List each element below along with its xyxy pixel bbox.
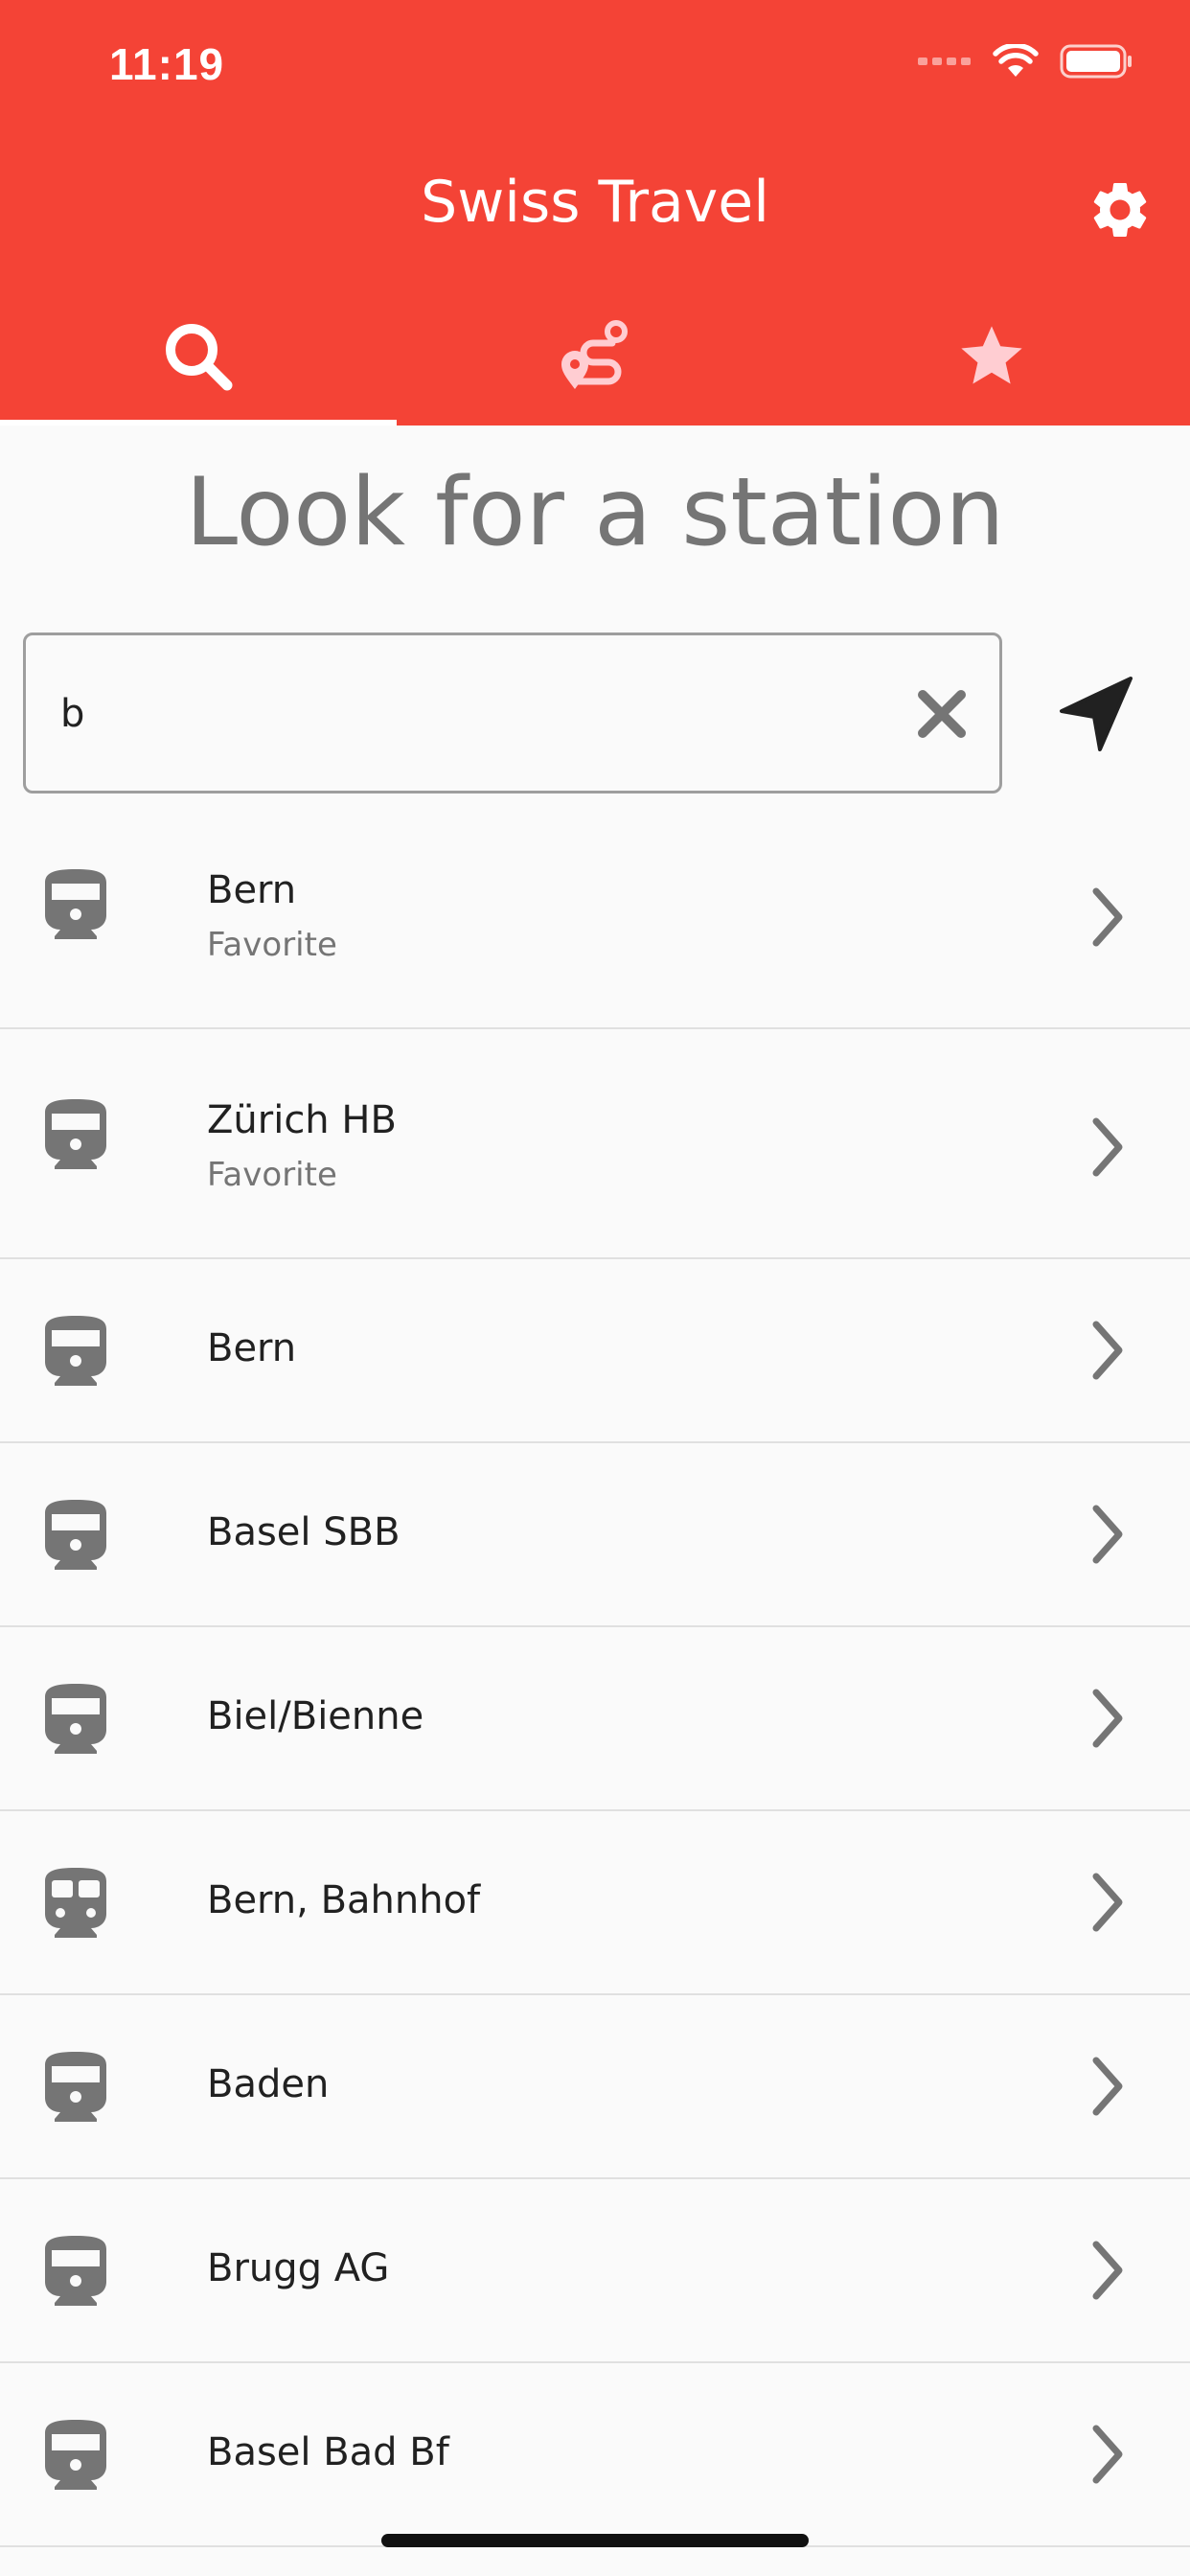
chevron-right-icon [1092,1321,1123,1380]
train-icon [45,869,106,939]
star-icon [961,326,1022,384]
chevron-right-icon [1092,1505,1123,1564]
chevron-right-icon [1092,2241,1123,2300]
list-item[interactable]: Bern [0,1259,1190,1443]
station-name: Basel SBB [207,1510,400,1554]
search-input[interactable] [58,670,905,758]
wifi-icon [993,44,1039,77]
train-icon [45,1316,106,1386]
navigation-arrow-icon [1060,677,1133,751]
list-item[interactable]: Zürich HB Favorite [0,1029,1190,1259]
settings-button[interactable] [1087,176,1154,243]
chevron-right-icon [1092,2057,1123,2116]
app-bar: 11:19 Swiss Travel [0,0,1190,426]
list-item[interactable]: Basel SBB [0,1443,1190,1627]
tab-route[interactable] [397,288,793,426]
clear-search-button[interactable] [911,683,973,745]
locate-me-button[interactable] [1054,671,1140,757]
signal-icon [918,58,971,65]
station-name: Baden [207,2062,330,2106]
station-name: Bern [207,1326,297,1370]
chevron-right-icon [1092,1689,1123,1748]
list-item[interactable]: Basel Bad Bf [0,2363,1190,2547]
battery-icon [1060,44,1132,79]
home-indicator[interactable] [381,2534,809,2547]
chevron-right-icon [1092,887,1123,947]
train-icon [45,1099,106,1169]
gear-icon [1093,182,1147,237]
tab-search[interactable] [0,288,397,426]
train-icon [45,2052,106,2122]
train-icon [45,1684,106,1754]
search-field [23,632,1002,794]
station-list: Bern Favorite Zürich HB Favorite Bern Ba… [0,799,1190,2547]
page-title: Swiss Travel [421,169,769,236]
list-item[interactable]: Bern, Bahnhof [0,1811,1190,1995]
status-time: 11:19 [109,39,225,89]
close-icon [918,690,966,738]
station-subtitle: Favorite [207,1156,337,1194]
station-name: Zürich HB [207,1098,397,1142]
tram-icon [45,1868,106,1938]
status-icons [918,44,1133,79]
tab-favorites[interactable] [793,288,1190,426]
station-name: Brugg AG [207,2246,390,2290]
station-name: Basel Bad Bf [207,2430,449,2474]
station-name: Bern [207,868,297,912]
station-name: Bern, Bahnhof [207,1878,481,1922]
chevron-right-icon [1092,2425,1123,2484]
section-heading: Look for a station [185,458,1005,567]
list-item[interactable]: Baden [0,1995,1190,2179]
train-icon [45,1500,106,1570]
list-item[interactable]: Bern Favorite [0,799,1190,1029]
list-item[interactable]: Brugg AG [0,2179,1190,2363]
search-icon [166,324,233,391]
train-icon [45,2420,106,2490]
route-icon [561,320,628,389]
station-subtitle: Favorite [207,926,337,964]
train-icon [45,2236,106,2306]
station-name: Biel/Bienne [207,1694,424,1738]
chevron-right-icon [1092,1873,1123,1932]
tab-bar [0,288,1190,426]
list-item[interactable]: Biel/Bienne [0,1627,1190,1811]
chevron-right-icon [1092,1117,1123,1177]
